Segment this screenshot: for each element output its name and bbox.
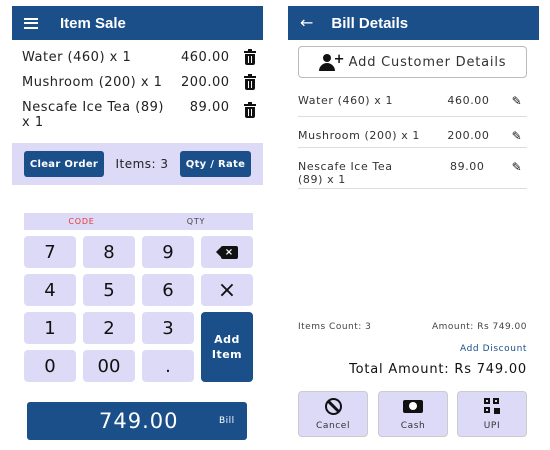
items-count: Items: 3 bbox=[115, 157, 169, 171]
item-sale-screen: Item Sale Water (460) x 1 460.00 Mushroo… bbox=[12, 6, 263, 446]
numeric-keypad: 7 8 9 × 4 5 6 × 1 2 3 0 00 . Add Item bbox=[24, 236, 253, 382]
upi-label: UPI bbox=[483, 421, 501, 431]
sale-item-list: Water (460) x 1 460.00 Mushroom (200) x … bbox=[12, 40, 263, 130]
backspace-icon: × bbox=[216, 245, 238, 259]
bill-item-list: Water (460) x 1 460.00 ✎ Mushroom (200) … bbox=[298, 86, 527, 189]
delete-button[interactable] bbox=[237, 100, 263, 118]
hamburger-menu-icon[interactable] bbox=[24, 17, 38, 29]
item-price: 200.00 bbox=[447, 129, 490, 142]
bill-details-screen: ← Bill Details + Add Customer Details Wa… bbox=[288, 6, 539, 446]
total-amount: 749.00 bbox=[99, 409, 179, 433]
add-customer-label: Add Customer Details bbox=[348, 54, 507, 70]
upi-button[interactable]: UPI bbox=[457, 391, 527, 437]
key-3[interactable]: 3 bbox=[142, 312, 194, 344]
item-name: Water (460) x 1 bbox=[298, 94, 394, 107]
key-5[interactable]: 5 bbox=[83, 274, 135, 306]
list-item: Nescafe Ice Tea (89) x 1 89.00 ✎ bbox=[298, 148, 527, 189]
bill-details-appbar: ← Bill Details bbox=[288, 6, 539, 40]
amount-value: Amount: Rs 749.00 bbox=[431, 322, 527, 332]
item-price: 460.00 bbox=[447, 94, 490, 107]
key-00[interactable]: 00 bbox=[83, 350, 135, 382]
list-item: Mushroom (200) x 1 200.00 bbox=[22, 69, 263, 94]
trash-icon bbox=[244, 102, 256, 118]
total-amount: Total Amount: Rs 749.00 bbox=[349, 362, 527, 377]
pencil-icon[interactable]: ✎ bbox=[507, 160, 527, 174]
cash-label: Cash bbox=[400, 421, 426, 431]
bill-summary: Items Count: 3 Amount: Rs 749.00 bbox=[298, 322, 527, 332]
backspace-key[interactable]: × bbox=[201, 236, 253, 268]
clear-order-button[interactable]: Clear Order bbox=[24, 151, 104, 177]
add-customer-button[interactable]: + Add Customer Details bbox=[298, 46, 527, 78]
trash-icon bbox=[244, 49, 256, 65]
item-name: Nescafe Ice Tea (89) x 1 bbox=[22, 100, 164, 130]
back-arrow-icon[interactable]: ← bbox=[300, 15, 313, 31]
key-dot[interactable]: . bbox=[142, 350, 194, 382]
list-item: Nescafe Ice Tea (89) x 1 89.00 bbox=[22, 94, 263, 130]
item-sale-appbar: Item Sale bbox=[12, 6, 263, 40]
list-item: Water (460) x 1 460.00 ✎ bbox=[298, 86, 527, 117]
item-price: 460.00 bbox=[181, 50, 230, 65]
pencil-icon[interactable]: ✎ bbox=[507, 129, 527, 143]
add-item-button[interactable]: Add Item bbox=[201, 312, 253, 382]
cancel-icon bbox=[324, 397, 342, 415]
items-count: Items Count: 3 bbox=[298, 322, 372, 332]
trash-icon bbox=[244, 74, 256, 90]
cancel-label: Cancel bbox=[315, 421, 351, 431]
bill-label: Bill bbox=[219, 416, 235, 426]
delete-button[interactable] bbox=[237, 49, 263, 65]
item-price: 200.00 bbox=[181, 75, 230, 90]
key-4[interactable]: 4 bbox=[24, 274, 76, 306]
qr-code-icon bbox=[484, 398, 500, 414]
cash-icon bbox=[403, 399, 423, 413]
list-item: Water (460) x 1 460.00 bbox=[22, 44, 263, 69]
item-name: Water (460) x 1 bbox=[22, 50, 132, 65]
add-person-icon: + bbox=[318, 52, 345, 71]
code-qty-header: CODE QTY bbox=[24, 213, 253, 230]
pencil-icon[interactable]: ✎ bbox=[507, 94, 527, 108]
key-1[interactable]: 1 bbox=[24, 312, 76, 344]
qty-rate-button[interactable]: Qty / Rate bbox=[180, 151, 251, 177]
item-name: Nescafe Ice Tea (89) x 1 bbox=[298, 160, 393, 186]
order-action-bar: Clear Order Items: 3 Qty / Rate bbox=[12, 143, 263, 185]
item-price: 89.00 bbox=[189, 100, 230, 115]
qty-label: QTY bbox=[186, 217, 206, 226]
cash-button[interactable]: Cash bbox=[378, 391, 448, 437]
item-price: 89.00 bbox=[450, 160, 485, 173]
page-title: Item Sale bbox=[60, 14, 126, 32]
key-6[interactable]: 6 bbox=[142, 274, 194, 306]
item-name: Mushroom (200) x 1 bbox=[22, 75, 163, 90]
add-discount-link[interactable]: Add Discount bbox=[460, 344, 527, 354]
cancel-button[interactable]: Cancel bbox=[298, 391, 368, 437]
clear-key[interactable]: × bbox=[201, 274, 253, 306]
key-0[interactable]: 0 bbox=[24, 350, 76, 382]
item-name: Mushroom (200) x 1 bbox=[298, 129, 420, 142]
key-2[interactable]: 2 bbox=[83, 312, 135, 344]
code-label: CODE bbox=[68, 217, 95, 226]
page-title: Bill Details bbox=[331, 14, 409, 32]
bill-button[interactable]: 749.00 Bill bbox=[27, 402, 247, 440]
key-9[interactable]: 9 bbox=[142, 236, 194, 268]
key-8[interactable]: 8 bbox=[83, 236, 135, 268]
delete-button[interactable] bbox=[237, 74, 263, 90]
list-item: Mushroom (200) x 1 200.00 ✎ bbox=[298, 117, 527, 148]
key-7[interactable]: 7 bbox=[24, 236, 76, 268]
